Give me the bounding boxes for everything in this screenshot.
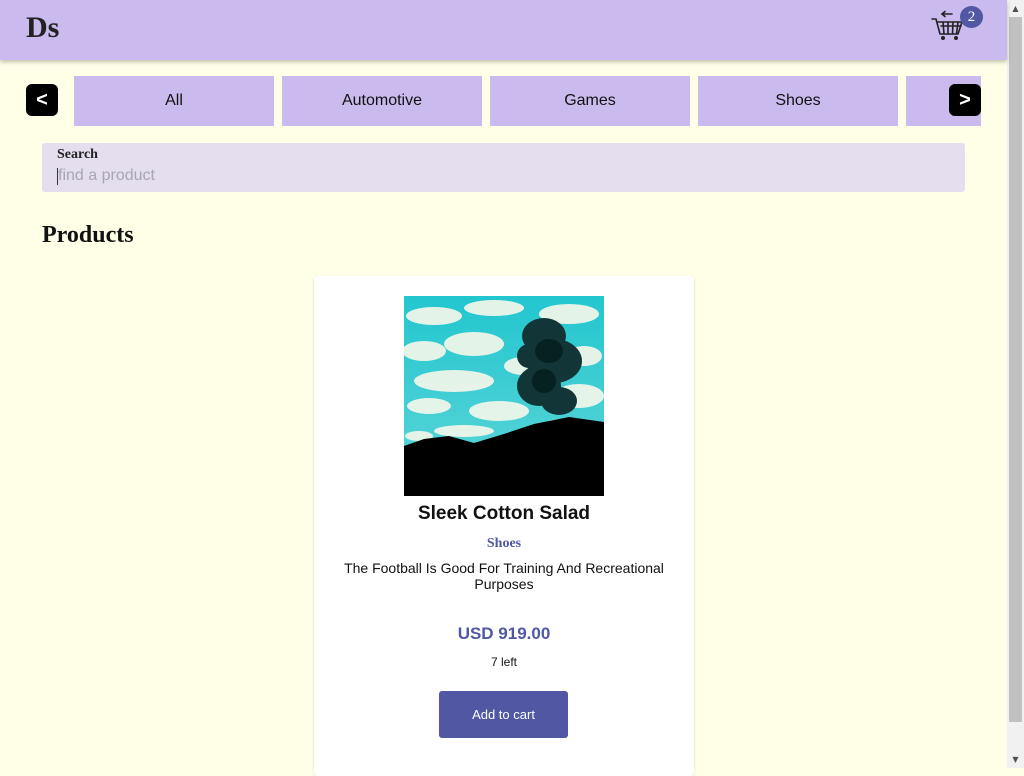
search-box: Search	[42, 143, 965, 192]
cart-count-badge: 2	[960, 6, 983, 28]
text-caret	[57, 168, 58, 185]
category-automotive[interactable]: Automotive	[282, 76, 482, 126]
shopping-cart-icon[interactable]	[930, 10, 964, 42]
category-games[interactable]: Games	[490, 76, 690, 126]
category-next-button[interactable]: >	[949, 84, 981, 116]
category-shoes[interactable]: Shoes	[698, 76, 898, 126]
category-bar: < All Automotive Games Shoes >	[26, 76, 982, 126]
product-card: Sleek Cotton Salad Shoes The Football Is…	[314, 276, 694, 776]
scroll-down-arrow-icon[interactable]: ▼	[1007, 751, 1024, 768]
category-prev-button[interactable]: <	[26, 84, 58, 116]
search-input[interactable]	[56, 165, 940, 187]
vertical-scrollbar[interactable]: ▲ ▼	[1007, 0, 1024, 768]
product-category[interactable]: Shoes	[314, 536, 694, 552]
product-stock: 7 left	[490, 655, 517, 669]
category-all[interactable]: All	[74, 76, 274, 126]
product-price: USD 919.00	[457, 624, 551, 643]
product-image	[402, 296, 604, 496]
category-scroller: All Automotive Games Shoes	[74, 76, 981, 126]
product-name[interactable]: Sleek Cotton Salad	[314, 503, 694, 525]
search-label: Search	[57, 147, 98, 162]
products-heading: Products	[42, 222, 134, 248]
scroll-up-arrow-icon[interactable]: ▲	[1007, 0, 1024, 17]
product-description: The Football Is Good For Training And Re…	[344, 560, 664, 592]
scrollbar-thumb[interactable]	[1009, 17, 1022, 722]
site-logo[interactable]: Ds	[26, 11, 59, 45]
top-header: Ds 2	[0, 0, 1007, 60]
add-to-cart-button[interactable]: Add to cart	[439, 691, 568, 738]
